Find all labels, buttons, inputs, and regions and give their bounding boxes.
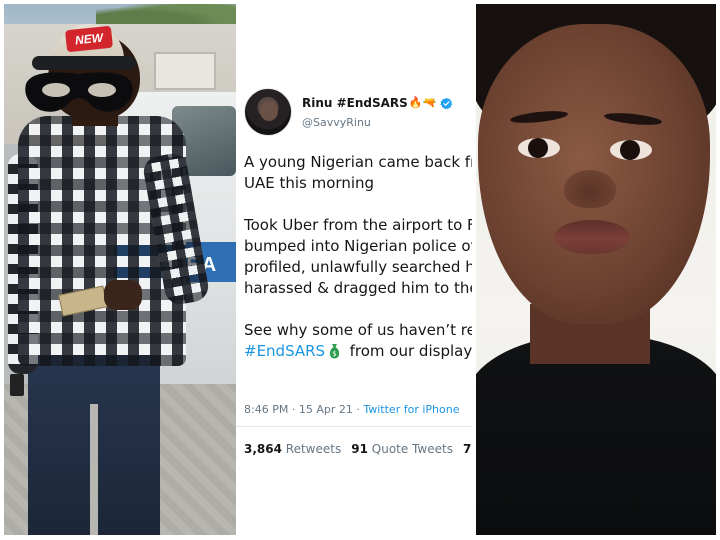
tweet-line: bumped into Nigerian police offic xyxy=(244,237,472,255)
tweet-line: See why some of us haven’t rem xyxy=(244,321,472,339)
avatar[interactable] xyxy=(244,88,292,136)
likes-count: 7,260 xyxy=(462,442,472,456)
tweet-date[interactable]: 15 Apr 21 xyxy=(299,403,353,416)
endsars-hashtag-link[interactable]: #EndSARS xyxy=(244,342,325,360)
quote-tweets-count: 91 xyxy=(351,442,368,456)
tweet-line-hashtag: #EndSARS $ from our displays xyxy=(244,341,472,362)
quote-tweets-label: Quote Tweets xyxy=(371,442,453,456)
meta-dot: · xyxy=(291,403,299,416)
retweets-stat[interactable]: 3,864 Retweets xyxy=(244,442,341,456)
retweets-count: 3,864 xyxy=(244,442,282,456)
likes-stat[interactable]: 7,260 L xyxy=(463,442,472,456)
tweet-meta: 8:46 PM · 15 Apr 21 · Twitter for iPhone xyxy=(244,403,459,416)
tweet-line: A young Nigerian came back fron xyxy=(244,153,472,171)
handle[interactable]: @SavvyRinu xyxy=(302,116,371,129)
left-pupil xyxy=(528,138,548,158)
avatar-face xyxy=(260,101,278,121)
retweets-label: Retweets xyxy=(285,442,342,456)
display-name[interactable]: Rinu #EndSARS xyxy=(302,96,408,110)
person: NEW xyxy=(4,4,236,535)
display-name-row[interactable]: Rinu #EndSARS 🔥🔫 xyxy=(302,96,453,110)
phone xyxy=(10,374,24,396)
right-pupil xyxy=(620,140,640,160)
quote-tweets-stat[interactable]: 91 Quote Tweets xyxy=(351,442,453,456)
hand xyxy=(104,280,142,310)
left-photo: REA E NEW xyxy=(4,4,236,535)
nose xyxy=(564,170,616,208)
tweet-header: Rinu #EndSARS 🔥🔫 @SavvyRinu xyxy=(244,88,472,140)
black-turtleneck xyxy=(476,334,716,535)
tweet-line: harassed & dragged him to their xyxy=(244,279,472,297)
tweet-line: profiled, unlawfully searched his | xyxy=(244,258,472,276)
tweet-text: A young Nigerian came back fron UAE this… xyxy=(244,152,472,362)
jeans-gap xyxy=(90,404,98,535)
tweet-card[interactable]: Rinu #EndSARS 🔥🔫 @SavvyRinu A young Nige… xyxy=(236,76,472,535)
tweet-source-link[interactable]: Twitter for iPhone xyxy=(363,403,459,416)
bandit-mask-icon xyxy=(25,72,133,112)
cap-badge-text: NEW xyxy=(74,30,104,48)
tweet-time[interactable]: 8:46 PM xyxy=(244,403,288,416)
svg-text:$: $ xyxy=(332,350,336,358)
tweet-line-tail xyxy=(340,342,350,360)
verified-badge-icon xyxy=(440,97,453,109)
tweet-line: Took Uber from the airport to F xyxy=(244,216,472,234)
tweet-line-rest: from our displays xyxy=(349,342,472,360)
money-bag-icon: $ xyxy=(329,344,340,359)
tweet-stats: 3,864 Retweets 91 Quote Tweets 7,260 L xyxy=(244,442,472,456)
name-emojis: 🔥🔫 xyxy=(408,96,437,109)
right-portrait xyxy=(476,4,716,535)
divider xyxy=(236,426,472,427)
tweet-line: UAE this morning xyxy=(244,174,375,192)
lips xyxy=(554,220,630,254)
